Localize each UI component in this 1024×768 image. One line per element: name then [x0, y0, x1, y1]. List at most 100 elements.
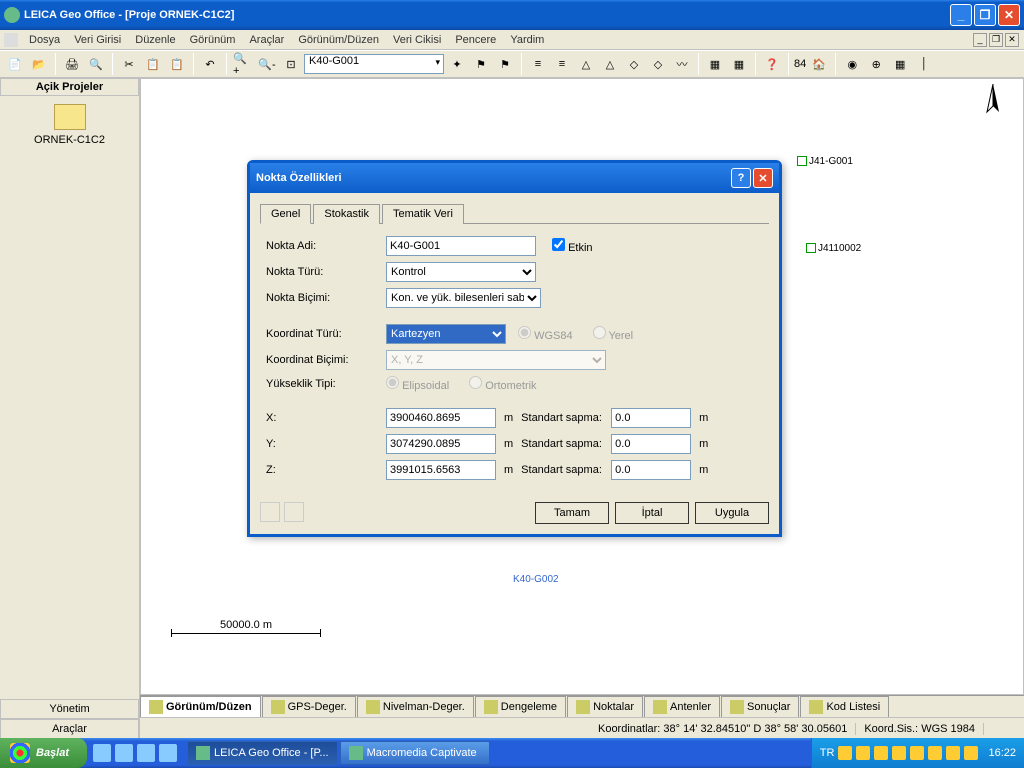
minimize-button[interactable]: _: [950, 4, 972, 26]
tab-tematik-veri[interactable]: Tematik Veri: [382, 204, 464, 224]
tab-kod-listesi[interactable]: Kod Listesi: [800, 696, 889, 717]
start-button[interactable]: Başlat: [0, 738, 87, 768]
tray-icon[interactable]: [910, 746, 924, 760]
menu-duzenle[interactable]: Düzenle: [128, 32, 182, 48]
tool11-icon[interactable]: ◉: [841, 53, 863, 75]
copy-icon[interactable]: 📋: [142, 53, 164, 75]
tool12-icon[interactable]: ⊕: [865, 53, 887, 75]
ok-button[interactable]: Tamam: [535, 502, 609, 524]
tool7-icon[interactable]: 〰: [671, 53, 693, 75]
tool9-icon[interactable]: ▦: [728, 53, 750, 75]
map-point[interactable]: K40-G002: [513, 574, 559, 585]
menu-araclar[interactable]: Araçlar: [242, 32, 291, 48]
clock[interactable]: 16:22: [988, 747, 1016, 759]
apply-button[interactable]: Uygula: [695, 502, 769, 524]
quicklaunch-icon[interactable]: [137, 744, 155, 762]
mdi-close-button[interactable]: ✕: [1005, 33, 1019, 47]
tab-gps-deger[interactable]: GPS-Deger.: [262, 696, 356, 717]
tool13-icon[interactable]: ▦: [889, 53, 911, 75]
cut-icon[interactable]: ✂: [118, 53, 140, 75]
checkbox-active[interactable]: Etkin: [552, 238, 593, 254]
tool10-icon[interactable]: 🏠: [808, 53, 830, 75]
tab-nivelman[interactable]: Nivelman-Deger.: [357, 696, 474, 717]
paste-icon[interactable]: 📋: [166, 53, 188, 75]
menu-yardim[interactable]: Yardim: [503, 32, 551, 48]
help-icon[interactable]: ❓: [761, 53, 783, 75]
tray-icon[interactable]: [838, 746, 852, 760]
cancel-button[interactable]: İptal: [615, 502, 689, 524]
quicklaunch-icon[interactable]: [93, 744, 111, 762]
project-item[interactable]: ORNEK-C1C2: [0, 96, 139, 699]
tool2-icon[interactable]: ≡: [551, 53, 573, 75]
tab-noktalar[interactable]: Noktalar: [567, 696, 643, 717]
tray-icon[interactable]: [964, 746, 978, 760]
input-sd-z[interactable]: [611, 460, 691, 480]
tab-dengeleme[interactable]: Dengeleme: [475, 696, 566, 717]
select-point-format[interactable]: Kon. ve yük. bilesenleri sabit: [386, 288, 541, 308]
zoom-out-icon[interactable]: 🔍-: [256, 53, 278, 75]
mdi-restore-button[interactable]: ❐: [989, 33, 1003, 47]
tab-icon: [653, 700, 667, 714]
tool4-icon[interactable]: △: [599, 53, 621, 75]
menu-gorunum-duzen[interactable]: Görünüm/Düzen: [291, 32, 386, 48]
undo-icon[interactable]: ↶: [199, 53, 221, 75]
print-icon[interactable]: 🖨: [61, 53, 83, 75]
dialog-tool1-icon[interactable]: [260, 502, 280, 522]
tool6-icon[interactable]: ◇: [647, 53, 669, 75]
taskbar-item-leica[interactable]: LEICA Geo Office - [P...: [187, 741, 338, 765]
tab-antenler[interactable]: Antenler: [644, 696, 720, 717]
tool8-icon[interactable]: ▦: [704, 53, 726, 75]
tab-gorunum-duzen[interactable]: Görünüm/Düzen: [140, 696, 261, 717]
taskbar-item-captivate[interactable]: Macromedia Captivate: [340, 741, 490, 765]
menu-veri-cikisi[interactable]: Veri Cikisi: [386, 32, 448, 48]
tool3-icon[interactable]: △: [575, 53, 597, 75]
tray-icon[interactable]: [892, 746, 906, 760]
close-button[interactable]: ✕: [998, 4, 1020, 26]
tray-icon[interactable]: [946, 746, 960, 760]
map-point[interactable]: J41-G001: [797, 156, 853, 167]
menu-veri-girisi[interactable]: Veri Girisi: [67, 32, 128, 48]
flag-icon[interactable]: ⚑: [470, 53, 492, 75]
preview-icon[interactable]: 🔍: [85, 53, 107, 75]
mdi-minimize-button[interactable]: _: [973, 33, 987, 47]
menu-dosya[interactable]: Dosya: [22, 32, 67, 48]
menu-pencere[interactable]: Pencere: [448, 32, 503, 48]
lang-indicator[interactable]: TR: [820, 747, 835, 759]
dialog-titlebar[interactable]: Nokta Özellikleri ? ✕: [250, 163, 779, 193]
quicklaunch-icon[interactable]: [115, 744, 133, 762]
target-icon[interactable]: ✦: [446, 53, 468, 75]
input-z[interactable]: [386, 460, 496, 480]
maximize-button[interactable]: ❐: [974, 4, 996, 26]
select-point-type[interactable]: Kontrol: [386, 262, 536, 282]
tool1-icon[interactable]: ≡: [527, 53, 549, 75]
tray-icon[interactable]: [856, 746, 870, 760]
select-coord-type[interactable]: Kartezyen: [386, 324, 506, 344]
menu-gorunum[interactable]: Görünüm: [183, 32, 243, 48]
sidebar-araclar-button[interactable]: Araçlar: [0, 719, 139, 739]
tray-icon[interactable]: [928, 746, 942, 760]
input-x[interactable]: [386, 408, 496, 428]
tool14-icon[interactable]: │: [913, 53, 935, 75]
quicklaunch-icon[interactable]: [159, 744, 177, 762]
sidebar-yonetim-button[interactable]: Yönetim: [0, 699, 139, 719]
new-icon[interactable]: 📄: [4, 53, 26, 75]
tab-sonuclar[interactable]: Sonuçlar: [721, 696, 799, 717]
input-y[interactable]: [386, 434, 496, 454]
map-point[interactable]: J4110002: [806, 243, 861, 254]
point-combo[interactable]: K40-G001: [304, 54, 444, 74]
tab-genel[interactable]: Genel: [260, 204, 311, 224]
tool5-icon[interactable]: ◇: [623, 53, 645, 75]
label-sd-y: Standart sapma:: [521, 438, 611, 450]
input-sd-x[interactable]: [611, 408, 691, 428]
zoom-in-icon[interactable]: 🔍+: [232, 53, 254, 75]
dialog-tool2-icon[interactable]: [284, 502, 304, 522]
dialog-help-button[interactable]: ?: [731, 168, 751, 188]
tab-stokastik[interactable]: Stokastik: [313, 204, 380, 224]
input-sd-y[interactable]: [611, 434, 691, 454]
input-point-name[interactable]: [386, 236, 536, 256]
dialog-close-button[interactable]: ✕: [753, 168, 773, 188]
open-icon[interactable]: 📂: [28, 53, 50, 75]
flag2-icon[interactable]: ⚑: [494, 53, 516, 75]
tray-icon[interactable]: [874, 746, 888, 760]
zoom-fit-icon[interactable]: ⊡: [280, 53, 302, 75]
